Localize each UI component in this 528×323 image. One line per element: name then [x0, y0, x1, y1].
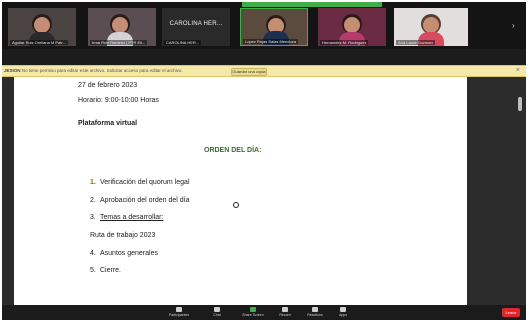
- record-icon: [282, 307, 288, 312]
- spacer-band: [2, 49, 526, 65]
- share-screen-icon: [250, 307, 256, 312]
- permission-notice-bar: JESION No tiene permiso para editar este…: [2, 65, 526, 77]
- participant-tile[interactable]: Ana Laura Guzman: [394, 8, 468, 46]
- agenda-title: ORDEN DEL DÍA:: [204, 147, 262, 154]
- participant-tile[interactable]: Irma Ruiz Ramirez | PTR Eli...: [88, 8, 156, 46]
- participant-name: Aguilar Ruiz Orellana M Patr...: [10, 40, 68, 45]
- platform-line: Plataforma virtual: [78, 120, 138, 127]
- apps-button[interactable]: Apps: [332, 307, 354, 319]
- notice-prefix: JESION: [4, 68, 21, 73]
- participant-name: CAROLINA HER...: [164, 40, 202, 45]
- participant-name: Lopez Rojas Salas Mendoza: [243, 39, 298, 44]
- gallery-next-icon[interactable]: ›: [512, 22, 520, 30]
- participant-tile[interactable]: Aguilar Ruiz Orellana M Patr...: [8, 8, 76, 46]
- participant-initials: CAROLINA HER...: [169, 21, 223, 27]
- agenda-item: 2. Aprobación del orden del día: [90, 197, 190, 204]
- scrollbar-thumb[interactable]: [518, 97, 522, 111]
- date-line: 27 de febrero 2023: [78, 82, 138, 89]
- document-page: 27 de febrero 2023 Horario: 9:00-10:00 H…: [14, 77, 467, 309]
- notice-message: No tiene permiso para editar este archiv…: [21, 68, 183, 73]
- document-viewer: 27 de febrero 2023 Horario: 9:00-10:00 H…: [2, 77, 526, 309]
- active-speaker-indicator: [242, 2, 382, 7]
- meeting-window: Aguilar Ruiz Orellana M Patr... Irma Rui…: [2, 2, 526, 320]
- participant-name: Ana Laura Guzman: [396, 40, 435, 45]
- mouse-cursor-icon: [233, 202, 239, 208]
- reactions-icon: [312, 307, 318, 312]
- leave-button[interactable]: Leave: [502, 308, 520, 317]
- time-line: Horario: 9:00-10:00 Horas: [78, 97, 159, 104]
- participants-button[interactable]: Participantes: [168, 307, 190, 319]
- participant-name: Irma Ruiz Ramirez | PTR Eli...: [90, 40, 148, 45]
- close-icon[interactable]: ×: [516, 67, 520, 74]
- chat-button[interactable]: Chat: [206, 307, 228, 319]
- participant-tile[interactable]: Hernandez M. Rodriguez: [318, 8, 386, 46]
- record-button[interactable]: Record: [274, 307, 296, 319]
- participant-tile[interactable]: CAROLINA HER... CAROLINA HER...: [162, 8, 230, 46]
- share-screen-button[interactable]: Share Screen: [242, 307, 264, 319]
- meeting-toolbar: Participantes Chat Share Screen Record R…: [2, 305, 526, 320]
- agenda-subitem: Ruta de trabajo 2023: [90, 232, 156, 239]
- participant-name: Hernandez M. Rodriguez: [320, 40, 369, 45]
- agenda-item: 1. Verificación del quorum legal: [90, 179, 190, 186]
- participants-icon: [176, 307, 182, 312]
- apps-icon: [340, 307, 346, 312]
- agenda-item: 3. Temas a desarrollar:: [90, 214, 164, 221]
- vertical-scrollbar[interactable]: [515, 77, 525, 305]
- agenda-item: 4. Asuntos generales: [90, 250, 158, 257]
- participant-gallery: Aguilar Ruiz Orellana M Patr... Irma Rui…: [2, 2, 526, 49]
- participant-tile-active[interactable]: Lopez Rojas Salas Mendoza: [240, 8, 308, 46]
- agenda-item: 5. Cierre.: [90, 267, 122, 274]
- save-copy-button[interactable]: Guardar una copia: [231, 68, 267, 76]
- reactions-button[interactable]: Reactions: [304, 307, 326, 319]
- chat-icon: [214, 307, 220, 312]
